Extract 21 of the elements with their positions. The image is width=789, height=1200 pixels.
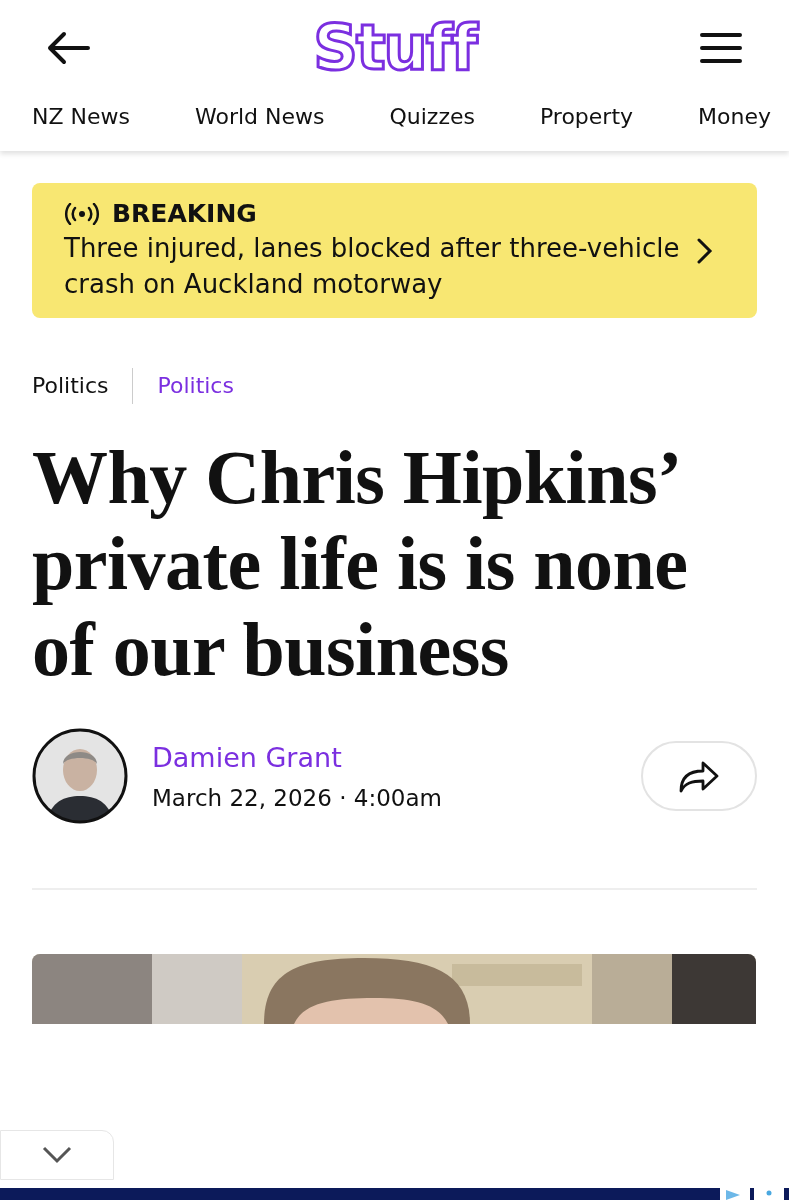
- collapse-button[interactable]: [0, 1130, 114, 1180]
- nav-link[interactable]: World News: [194, 104, 325, 129]
- publish-date: March 22, 2026 · 4:00am: [152, 784, 443, 811]
- nav-link[interactable]: Money: [698, 104, 771, 129]
- info-icon[interactable]: [754, 1188, 784, 1200]
- article-headline: Why Chris Hipkins’ private life is is none of our business: [32, 434, 689, 692]
- nav-link[interactable]: NZ News: [32, 104, 130, 129]
- breaking-news-banner[interactable]: BREAKING Three injured, lanes blocked after three-vehicle crash on Auckland motorway: [32, 183, 757, 318]
- nav-link[interactable]: Property: [539, 104, 634, 129]
- menu-icon: [700, 32, 742, 64]
- chevron-right-icon: [697, 237, 713, 264]
- chevron-down-icon: [42, 1146, 72, 1164]
- category-link[interactable]: Politics: [32, 368, 133, 404]
- category-link[interactable]: Politics: [132, 368, 234, 404]
- nav-link[interactable]: Quizzes: [389, 104, 475, 129]
- breaking-label: BREAKING: [112, 199, 257, 228]
- author-name[interactable]: Damien Grant: [152, 741, 641, 773]
- breaking-headline: Three injured, lanes blocked after three-vehicle crash on Auckland motorway: [64, 232, 681, 301]
- share-icon: [678, 759, 720, 793]
- broadcast-icon: [64, 202, 100, 225]
- back-arrow-icon: [46, 31, 90, 65]
